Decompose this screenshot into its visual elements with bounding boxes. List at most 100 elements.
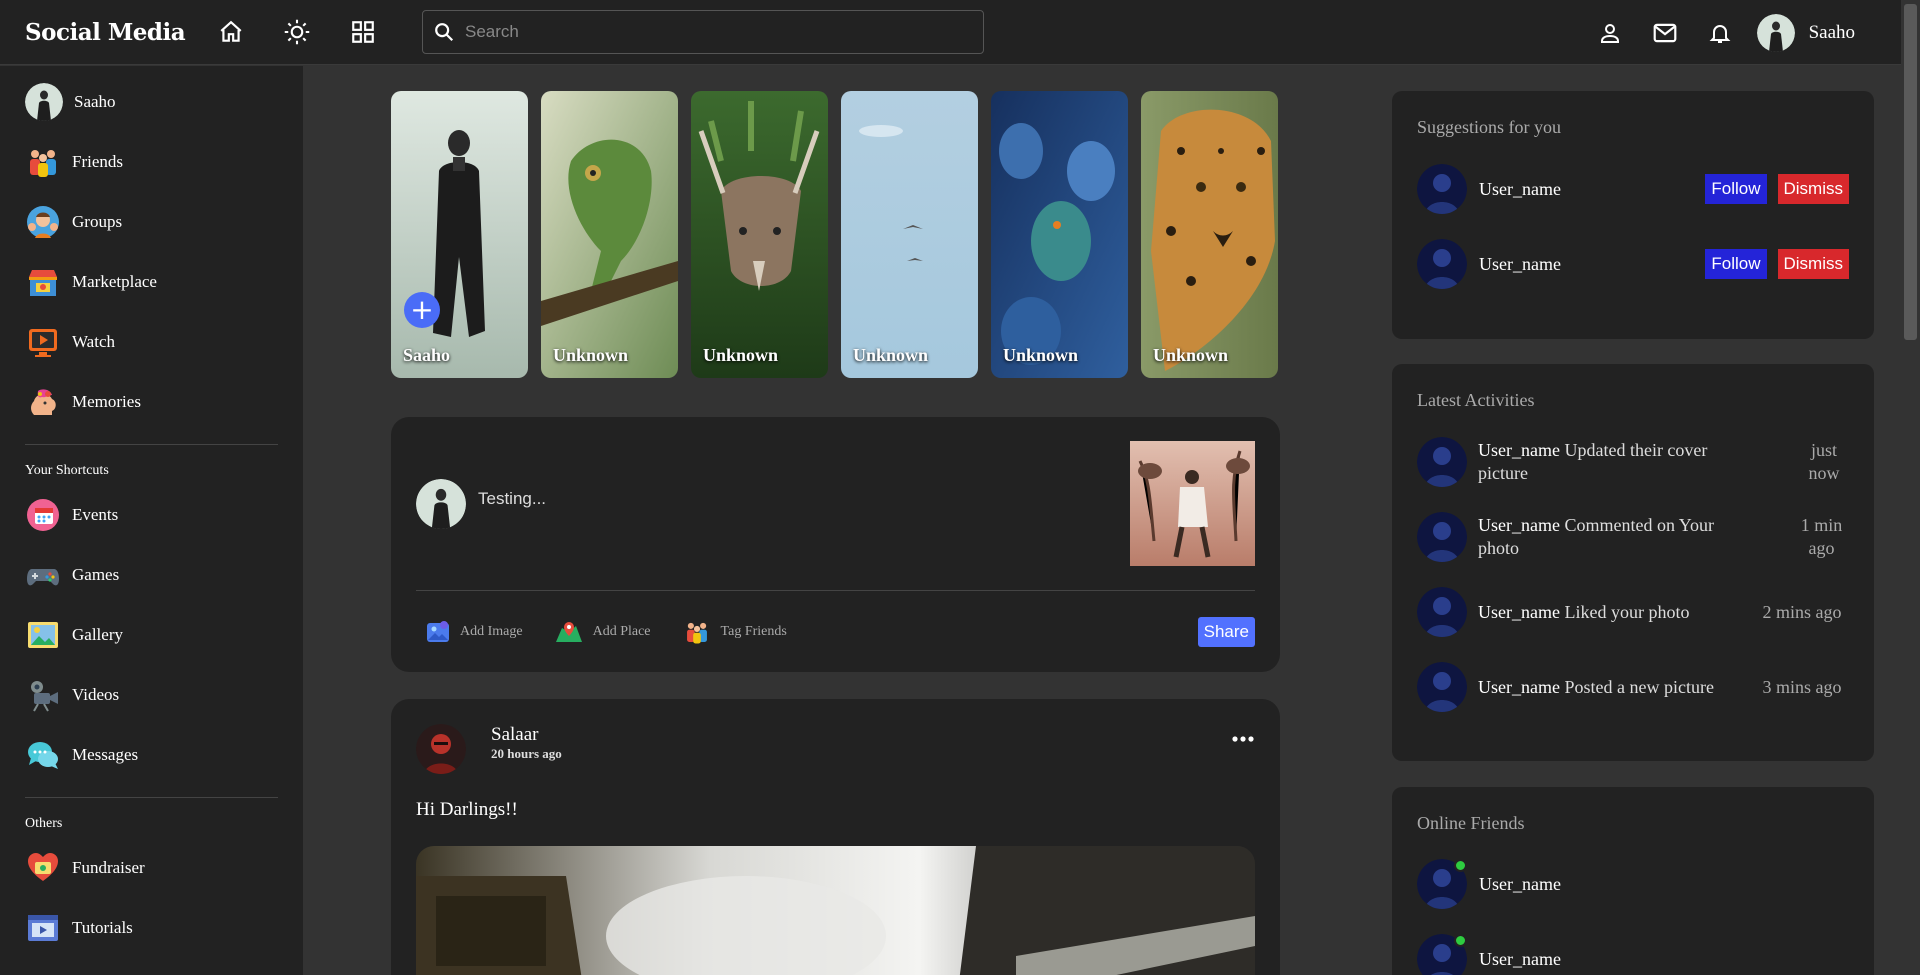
sidebar-item-label: Events — [72, 505, 119, 524]
sidebar-item-games[interactable]: Games — [0, 545, 303, 605]
activity-item[interactable]: User_name Posted a new picture 3 mins ag… — [1417, 662, 1849, 712]
add-image-label: Add Image — [460, 624, 523, 639]
online-friend-avatar-wrap — [1417, 934, 1467, 975]
sidebar-item-messages[interactable]: Messages — [0, 725, 303, 785]
sidebar-item-tutorials[interactable]: Tutorials — [0, 898, 303, 958]
sidebar-item-groups[interactable]: Groups — [0, 192, 303, 252]
page-scrollbar[interactable] — [1901, 0, 1920, 975]
story-card[interactable]: Unknown — [991, 91, 1128, 378]
suggestion-avatar[interactable] — [1417, 164, 1467, 214]
online-friend-name: User_name — [1479, 948, 1561, 969]
story-name: Unknown — [553, 345, 629, 365]
gallery-icon — [25, 617, 61, 653]
suggestion-user-name[interactable]: User_name — [1479, 254, 1561, 275]
follow-button[interactable]: Follow — [1705, 249, 1767, 279]
online-friend-item[interactable]: User_name — [1417, 934, 1849, 975]
sidebar-item-watch[interactable]: Watch — [0, 312, 303, 372]
post-image[interactable] — [416, 846, 1255, 975]
story-image — [1141, 91, 1278, 378]
profile-icon[interactable] — [1595, 18, 1625, 48]
post-author-name[interactable]: Salaar — [491, 724, 538, 746]
story-image — [991, 91, 1128, 378]
composer-actions: Add Image Add Place Tag Friends — [416, 619, 809, 645]
story-image — [691, 91, 828, 378]
story-card[interactable]: Unknown — [691, 91, 828, 378]
sidebar-item-gallery[interactable]: Gallery — [0, 605, 303, 665]
tutorials-icon — [25, 910, 61, 946]
games-icon — [25, 557, 61, 593]
story-card[interactable]: Unknown — [1141, 91, 1278, 378]
composer-image-preview[interactable] — [1130, 441, 1255, 566]
messages-icon — [25, 737, 61, 773]
activity-item[interactable]: User_name Commented on Your photo 1 min … — [1417, 512, 1849, 562]
sidebar-item-label: Groups — [72, 212, 123, 231]
suggestion-user-name[interactable]: User_name — [1479, 179, 1561, 200]
post-author-avatar[interactable] — [416, 724, 466, 774]
online-friend-item[interactable]: User_name — [1417, 859, 1849, 909]
groups-icon — [25, 204, 61, 240]
activity-user: User_name — [1478, 515, 1560, 535]
activity-user: User_name — [1478, 601, 1560, 622]
story-image — [841, 91, 978, 378]
more-options-icon[interactable] — [1231, 735, 1255, 743]
others-heading: Others — [25, 816, 63, 831]
post-composer: Add Image Add Place Tag Friends Share — [391, 417, 1280, 672]
sidebar-item-events[interactable]: Events — [0, 485, 303, 545]
sidebar-item-memories[interactable]: Memories — [0, 372, 303, 432]
story-card[interactable]: + Saaho — [391, 91, 528, 378]
activity-avatar — [1417, 662, 1467, 712]
story-card[interactable]: Unknown — [841, 91, 978, 378]
story-name: Saaho — [403, 345, 451, 365]
activity-item[interactable]: User_name Liked your photo 2 mins ago — [1417, 587, 1849, 637]
activities-title: Latest Activities — [1417, 390, 1535, 410]
feed-post: Salaar 20 hours ago Hi Darlings!! — [391, 699, 1280, 975]
suggestion-avatar[interactable] — [1417, 239, 1467, 289]
story-card[interactable]: Unknown — [541, 91, 678, 378]
scrollbar-thumb[interactable] — [1904, 4, 1917, 340]
theme-toggle-icon[interactable] — [282, 17, 312, 47]
sidebar-item-friends[interactable]: Friends — [0, 132, 303, 192]
add-image-button[interactable]: Add Image — [416, 620, 523, 644]
app-logo[interactable]: Social Media — [25, 19, 200, 46]
activity-time: 3 mins ago — [1762, 676, 1842, 697]
add-place-button[interactable]: Add Place — [545, 620, 651, 644]
navbar-user[interactable]: Saaho — [1756, 13, 1855, 52]
tag-friends-button[interactable]: Tag Friends — [673, 619, 787, 645]
composer-avatar — [416, 479, 466, 529]
online-friend-avatar-wrap — [1417, 859, 1467, 909]
sidebar-item-label: Gallery — [72, 625, 123, 644]
home-icon[interactable] — [216, 17, 246, 47]
activity-avatar — [1417, 512, 1467, 562]
online-friend-name: User_name — [1479, 873, 1561, 894]
sidebar-item-label: Fundraiser — [72, 858, 145, 877]
sidebar-item-videos[interactable]: Videos — [0, 665, 303, 725]
mail-icon[interactable] — [1650, 18, 1680, 48]
activity-action: Posted a new picture — [1564, 676, 1714, 697]
activities-card: Latest Activities User_name Updated thei… — [1392, 364, 1874, 761]
sidebar-item-profile[interactable]: Saaho — [0, 72, 303, 132]
apps-grid-icon[interactable] — [348, 17, 378, 47]
add-story-button[interactable]: + — [404, 292, 440, 328]
notifications-bell-icon[interactable] — [1705, 18, 1735, 48]
top-navbar: Social Media Saaho — [0, 0, 1901, 65]
search-input[interactable] — [465, 22, 945, 42]
sidebar-item-label: Videos — [72, 685, 120, 704]
dismiss-button[interactable]: Dismiss — [1777, 249, 1849, 279]
sidebar-item-fundraiser[interactable]: Fundraiser — [0, 838, 303, 898]
activity-text: User_name Posted a new picture — [1478, 676, 1755, 699]
videos-icon — [25, 677, 61, 713]
activity-item[interactable]: User_name Updated their cover picture ju… — [1417, 437, 1849, 487]
watch-icon — [25, 324, 61, 360]
composer-input[interactable] — [478, 489, 1078, 509]
sidebar-item-marketplace[interactable]: Marketplace — [0, 252, 303, 312]
add-place-label: Add Place — [592, 624, 651, 639]
story-name: Unknown — [1153, 345, 1229, 365]
share-button[interactable]: Share — [1197, 617, 1255, 647]
online-status-dot — [1454, 934, 1467, 947]
follow-button[interactable]: Follow — [1705, 174, 1767, 204]
dismiss-button[interactable]: Dismiss — [1777, 174, 1849, 204]
activity-user: User_name — [1478, 440, 1560, 460]
user-avatar — [1756, 13, 1795, 52]
fundraiser-icon — [25, 850, 61, 886]
activity-text: User_name Commented on Your photo — [1478, 514, 1758, 560]
